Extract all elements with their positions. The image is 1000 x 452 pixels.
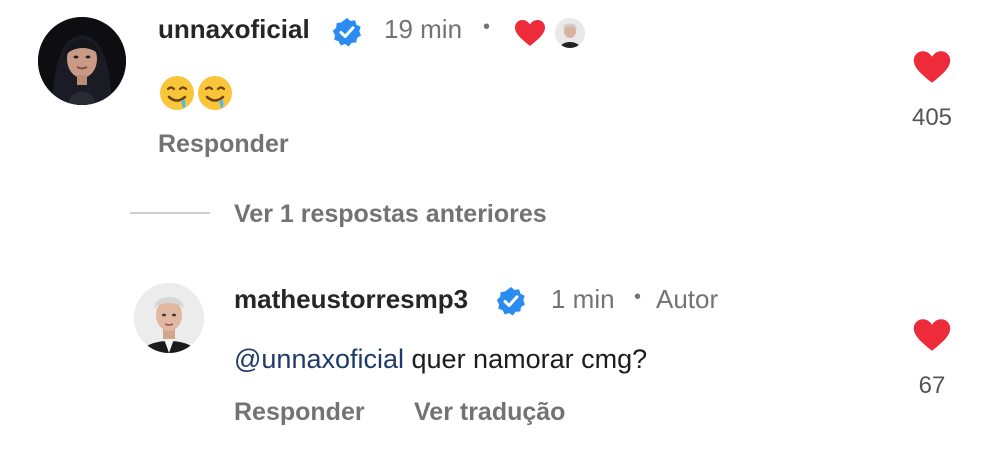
liked-by-author-heart-icon	[514, 19, 546, 47]
reply-time: 1 min	[551, 284, 615, 314]
comment-username[interactable]: unnaxoficial	[158, 14, 310, 45]
comment-like-heart-icon[interactable]	[912, 50, 952, 84]
reply-mention-link[interactable]: @unnaxoficial	[234, 344, 404, 374]
comment-reply-button[interactable]: Responder	[158, 130, 289, 159]
reply-author-badge: Autor	[656, 284, 719, 314]
drooling-face-icon	[158, 74, 196, 120]
avatar-unnaxoficial[interactable]	[38, 17, 126, 105]
verified-badge-icon	[332, 17, 362, 47]
reply-username[interactable]: matheustorresmp3	[234, 284, 468, 315]
replies-divider	[130, 212, 210, 214]
view-previous-replies-button[interactable]: Ver 1 respostas anteriores	[234, 200, 547, 229]
avatar-image	[38, 17, 126, 105]
comment-time: 19 min	[384, 14, 463, 44]
comment-like-count: 405	[911, 104, 953, 131]
reply-body: quer namorar cmg?	[404, 344, 648, 374]
reply-text: @unnaxoficial quer namorar cmg?	[234, 344, 647, 375]
reply-translate-button[interactable]: Ver tradução	[414, 398, 565, 427]
reply-like-count: 67	[918, 372, 946, 399]
avatar-image	[134, 283, 204, 353]
verified-badge-icon	[496, 286, 526, 316]
drooling-face-icon	[196, 74, 234, 120]
avatar-matheustorresmp3[interactable]	[134, 283, 204, 353]
author-mini-avatar	[555, 18, 585, 48]
reply-like-heart-icon[interactable]	[912, 318, 952, 352]
reply-separator: •	[634, 286, 642, 308]
comment-emoji-text: 🤤🤤	[158, 74, 234, 120]
reply-reply-button[interactable]: Responder	[234, 398, 365, 427]
comment-separator: •	[483, 16, 491, 38]
